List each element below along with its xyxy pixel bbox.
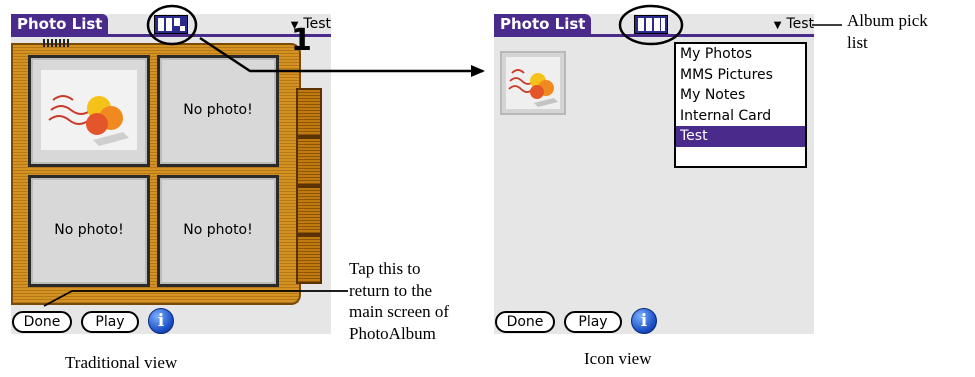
done-button[interactable]: Done (12, 311, 72, 333)
info-icon[interactable]: i (631, 308, 657, 334)
button-row: Done Play i (11, 308, 331, 334)
screen-title: Photo List (494, 14, 592, 35)
no-photo-text: No photo! (54, 222, 124, 238)
page-tab[interactable] (296, 235, 322, 284)
photo-icon-thumbnail[interactable] (500, 51, 566, 115)
album-pick-list[interactable]: My Photos MMS Pictures My Notes Internal… (674, 42, 807, 168)
album-pick-annotation: Album pick list (847, 10, 928, 53)
album-pick-trigger[interactable]: ▼ Test (774, 14, 814, 35)
photo-slot[interactable]: No photo! (157, 175, 279, 287)
screen-title: Photo List (11, 14, 109, 35)
annotation-line: return to the (349, 280, 433, 300)
album-menu-item[interactable]: MMS Pictures (676, 65, 805, 86)
photo-slot[interactable]: No photo! (28, 175, 150, 287)
annotation-line: Tap this to (349, 259, 421, 278)
album-pick-value: Test (786, 16, 814, 32)
title-bar: Photo List ▼ Test (494, 14, 814, 37)
annotation-line: PhotoAlbum (349, 323, 436, 343)
annotation-line: list (847, 32, 868, 52)
traditional-view-screen: Photo List ▼ Test 1 No photo! No photo! … (11, 14, 331, 334)
info-icon[interactable]: i (148, 308, 174, 334)
icon-view-screen: Photo List ▼ Test My Photos MMS Pictures … (494, 14, 814, 334)
play-button[interactable]: Play (81, 311, 139, 333)
page-tab[interactable] (296, 88, 322, 137)
album-menu-item[interactable]: My Notes (676, 85, 805, 106)
photo-thumbnail (41, 70, 137, 150)
caption-traditional-view: Traditional view (65, 353, 178, 372)
done-button[interactable]: Done (495, 311, 555, 333)
album-menu-item[interactable]: Internal Card (676, 106, 805, 127)
annotation-line: Album pick (847, 11, 928, 30)
no-photo-text: No photo! (183, 222, 253, 238)
button-row: Done Play i (494, 308, 814, 334)
album-page-tabs[interactable] (296, 88, 322, 304)
caption-icon-view: Icon view (584, 349, 652, 368)
view-toggle-icon[interactable] (154, 15, 188, 34)
photo-art-icon (41, 70, 137, 150)
album-menu-item[interactable]: My Photos (676, 44, 805, 65)
album-menu-item-selected[interactable]: Test (676, 126, 805, 147)
view-toggle-icon[interactable] (634, 15, 668, 34)
binder-rings-icon (43, 39, 69, 47)
title-bar: Photo List ▼ Test (11, 14, 331, 37)
triangle-down-icon: ▼ (773, 20, 782, 31)
photo-art-icon (502, 53, 564, 113)
photo-slot[interactable]: No photo! (157, 55, 279, 167)
tap-annotation: Tap this to return to the main screen of… (349, 258, 449, 344)
page-tab[interactable] (296, 186, 322, 235)
photo-slot[interactable] (28, 55, 150, 167)
page-number: 1 (291, 23, 312, 58)
annotation-line: main screen of (349, 302, 450, 321)
play-button[interactable]: Play (564, 311, 622, 333)
no-photo-text: No photo! (183, 102, 253, 118)
page-tab[interactable] (296, 137, 322, 186)
